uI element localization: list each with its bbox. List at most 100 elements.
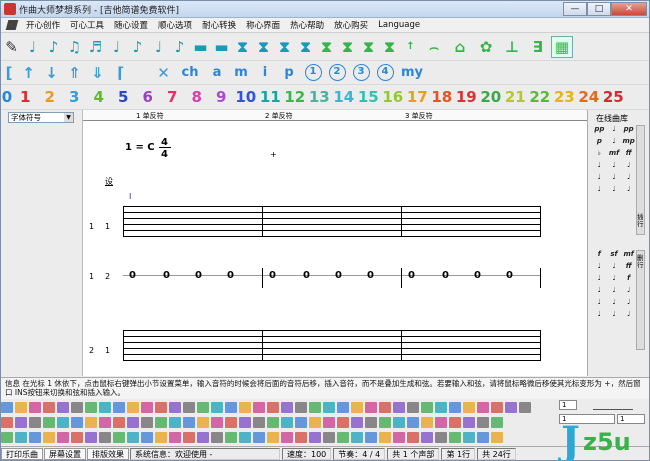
dynamic-symbol[interactable]: ♩: [607, 137, 622, 148]
whole-rest-icon[interactable]: ▬: [190, 36, 211, 58]
bottom-tool-icon[interactable]: [169, 431, 181, 443]
dynamic-symbol[interactable]: ♩: [592, 310, 607, 321]
menu-help[interactable]: 热心帮助: [285, 19, 329, 31]
bottom-tool-icon[interactable]: [71, 416, 83, 428]
bottom-tool-icon[interactable]: [337, 401, 349, 413]
pen-tool-icon[interactable]: ✎: [1, 36, 22, 58]
bottom-tool-icon[interactable]: [295, 416, 307, 428]
bottom-tool-icon[interactable]: [1, 431, 13, 443]
fret-number-button[interactable]: 22: [528, 86, 553, 108]
eighth-rest-icon[interactable]: ⧗: [253, 36, 274, 58]
bottom-tool-icon[interactable]: [281, 401, 293, 413]
finger-p-button[interactable]: p: [277, 62, 301, 84]
menu-options[interactable]: 顺心选项: [153, 19, 197, 31]
dynamic-symbol[interactable]: mf: [621, 250, 636, 261]
dynamic-symbol[interactable]: ♩: [621, 298, 636, 309]
fret-number-button[interactable]: 19: [454, 86, 479, 108]
sixteenth-note-icon[interactable]: ♬: [85, 36, 106, 58]
insert-row-label[interactable]: 插行: [637, 214, 645, 228]
rest-variant-icon[interactable]: ⧗: [295, 36, 316, 58]
dynamic-symbol[interactable]: ♩: [607, 286, 622, 297]
fret-number-button[interactable]: 8: [185, 86, 210, 108]
dynamic-symbol[interactable]: ♩: [607, 274, 622, 285]
bottom-tool-icon[interactable]: [239, 431, 251, 443]
bottom-tool-icon[interactable]: [365, 416, 377, 428]
bottom-tool-icon[interactable]: [449, 401, 461, 413]
bottom-tool-icon[interactable]: [337, 431, 349, 443]
bottom-tool-icon[interactable]: [379, 416, 391, 428]
fret-number-button[interactable]: 3: [62, 86, 87, 108]
bottom-tool-icon[interactable]: [71, 431, 83, 443]
tie-icon[interactable]: ⌂: [447, 36, 473, 58]
bottom-tool-icon[interactable]: [393, 431, 405, 443]
finger-m-button[interactable]: m: [229, 62, 253, 84]
bottom-tool-icon[interactable]: [127, 401, 139, 413]
bottom-tool-icon[interactable]: [477, 431, 489, 443]
bottom-tool-icon[interactable]: [379, 431, 391, 443]
bottom-tool-icon[interactable]: [435, 416, 447, 428]
bottom-tool-icon[interactable]: [197, 431, 209, 443]
sixteenth-rest-icon[interactable]: ⧗: [274, 36, 295, 58]
fermata-icon[interactable]: ✿: [473, 36, 499, 58]
dynamic-symbol[interactable]: ♩: [607, 310, 622, 321]
online-library-label[interactable]: 在线曲库: [596, 113, 628, 124]
fret-number-button[interactable]: 25: [601, 86, 626, 108]
bottom-tool-icon[interactable]: [407, 416, 419, 428]
bracket-icon[interactable]: ∃: [525, 36, 551, 58]
menu-convert[interactable]: 耐心转换: [197, 19, 241, 31]
tab-layout[interactable]: 排版效果: [87, 447, 129, 460]
dynamic-symbol[interactable]: ♩: [592, 262, 607, 273]
bottom-tool-icon[interactable]: [211, 416, 223, 428]
finger-a-button[interactable]: a: [205, 62, 229, 84]
dynamic-symbol[interactable]: ♩: [621, 173, 636, 184]
bottom-tool-icon[interactable]: [71, 401, 83, 413]
bottom-tool-icon[interactable]: [463, 416, 475, 428]
menu-create[interactable]: 开心创作: [21, 19, 65, 31]
finger-i-button[interactable]: i: [253, 62, 277, 84]
bottom-tool-icon[interactable]: [267, 416, 279, 428]
bottom-tool-icon[interactable]: [113, 431, 125, 443]
eighth-note-icon[interactable]: ♪: [43, 36, 64, 58]
dynamic-symbol[interactable]: ♩: [592, 173, 607, 184]
bottom-tool-icon[interactable]: [309, 431, 321, 443]
bottom-tool-icon[interactable]: [141, 431, 153, 443]
fret-number-button[interactable]: 6: [136, 86, 161, 108]
dotted-eighth-icon[interactable]: ♪: [127, 36, 148, 58]
close-button[interactable]: ✕: [611, 1, 647, 16]
bottom-tool-icon[interactable]: [421, 416, 433, 428]
dynamic-symbol[interactable]: ♩: [607, 161, 622, 172]
bottom-tool-icon[interactable]: [99, 431, 111, 443]
bottom-tool-icon[interactable]: [323, 416, 335, 428]
bottom-tool-icon[interactable]: [463, 401, 475, 413]
dynamic-symbol[interactable]: ♩: [592, 161, 607, 172]
bottom-tool-icon[interactable]: [505, 401, 517, 413]
bottom-tool-icon[interactable]: [113, 416, 125, 428]
dynamic-symbol[interactable]: ♩: [592, 274, 607, 285]
bottom-tool-icon[interactable]: [169, 401, 181, 413]
bottom-tool-icon[interactable]: [421, 431, 433, 443]
bottom-tool-icon[interactable]: [85, 416, 97, 428]
beamed-note-icon[interactable]: ♫: [64, 36, 85, 58]
circle-3-button[interactable]: 3: [349, 62, 373, 84]
dynamic-symbol[interactable]: ff: [621, 262, 636, 273]
bottom-tool-icon[interactable]: [281, 416, 293, 428]
bracket-left-icon[interactable]: [: [1, 62, 17, 84]
my-button[interactable]: my: [397, 62, 427, 84]
dynamic-symbol[interactable]: ♩: [621, 310, 636, 321]
bottom-tool-icon[interactable]: [435, 401, 447, 413]
bottom-tool-icon[interactable]: [225, 431, 237, 443]
dynamic-symbol[interactable]: f: [621, 274, 636, 285]
menu-language[interactable]: Language: [373, 20, 425, 30]
dynamic-symbol[interactable]: sf: [607, 250, 622, 261]
rest-green-icon[interactable]: ⧗: [316, 36, 337, 58]
menu-interface[interactable]: 称心界面: [241, 19, 285, 31]
bottom-tool-icon[interactable]: [449, 416, 461, 428]
bottom-tool-icon[interactable]: [15, 431, 27, 443]
scrollbar-2[interactable]: 删行: [636, 250, 645, 350]
dynamic-symbol[interactable]: ff: [621, 149, 636, 160]
rest-stroke-icon[interactable]: ⌈: [109, 62, 132, 84]
bottom-tool-icon[interactable]: [323, 401, 335, 413]
bottom-tool-icon[interactable]: [309, 401, 321, 413]
fret-number-button[interactable]: 18: [430, 86, 455, 108]
bottom-tool-icon[interactable]: [85, 431, 97, 443]
